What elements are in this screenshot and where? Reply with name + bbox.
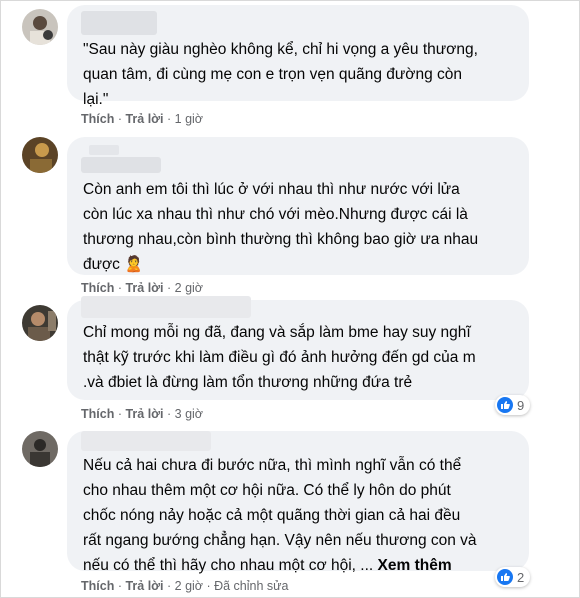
author-name-redacted[interactable] [81, 11, 157, 35]
comment-text: Nếu cả hai chưa đi bước nữa, thì mình ng… [83, 457, 477, 574]
comment-bubble: Chỉ mong mỗi ng đã, đang và sắp làm bme … [67, 296, 529, 400]
avatar[interactable] [22, 137, 58, 173]
like-link[interactable]: Thích [81, 579, 114, 593]
timestamp[interactable]: 2 giờ [175, 281, 203, 295]
comment-actions: Thích · Trả lời · 2 giờ · Đã chỉnh sửa [81, 579, 289, 593]
author-name-redacted[interactable] [89, 145, 119, 155]
author-name-redacted[interactable] [81, 157, 161, 173]
reply-link[interactable]: Trả lời [125, 281, 163, 295]
avatar[interactable] [22, 431, 58, 467]
comment-bubble: "Sau này giàu nghèo không kể, chỉ hi vọn… [67, 5, 529, 108]
thumbs-up-icon [497, 397, 513, 413]
timestamp[interactable]: 3 giờ [175, 407, 203, 421]
comment-text: Còn anh em tôi thì lúc ở với nhau thì nh… [83, 181, 479, 273]
like-link[interactable]: Thích [81, 112, 114, 126]
reaction-count[interactable]: 9 [495, 395, 531, 415]
comment-text: "Sau này giàu nghèo không kể, chỉ hi vọn… [83, 41, 478, 108]
reply-link[interactable]: Trả lời [125, 407, 163, 421]
comment-actions: Thích · Trả lời · 1 giờ [81, 112, 203, 126]
comment-actions: Thích · Trả lời · 2 giờ [81, 281, 203, 295]
timestamp[interactable]: 1 giờ [175, 112, 203, 126]
comment-text: Chỉ mong mỗi ng đã, đang và sắp làm bme … [83, 324, 476, 391]
reaction-count[interactable]: 2 [495, 567, 531, 587]
thumbs-up-icon [497, 569, 513, 585]
avatar[interactable] [22, 305, 58, 341]
like-link[interactable]: Thích [81, 407, 114, 421]
see-more-link[interactable]: Xem thêm [378, 557, 452, 574]
comment-bubble: Còn anh em tôi thì lúc ở với nhau thì nh… [67, 137, 529, 275]
reply-link[interactable]: Trả lời [125, 579, 163, 593]
author-name-redacted[interactable] [81, 431, 211, 451]
like-link[interactable]: Thích [81, 281, 114, 295]
author-name-redacted[interactable] [81, 296, 251, 318]
avatar[interactable] [22, 9, 58, 45]
comment-bubble: Nếu cả hai chưa đi bước nữa, thì mình ng… [67, 431, 529, 574]
comment-actions: Thích · Trả lời · 3 giờ [81, 407, 203, 421]
edited-label[interactable]: Đã chỉnh sửa [214, 579, 288, 593]
timestamp[interactable]: 2 giờ [175, 579, 203, 593]
reply-link[interactable]: Trả lời [125, 112, 163, 126]
